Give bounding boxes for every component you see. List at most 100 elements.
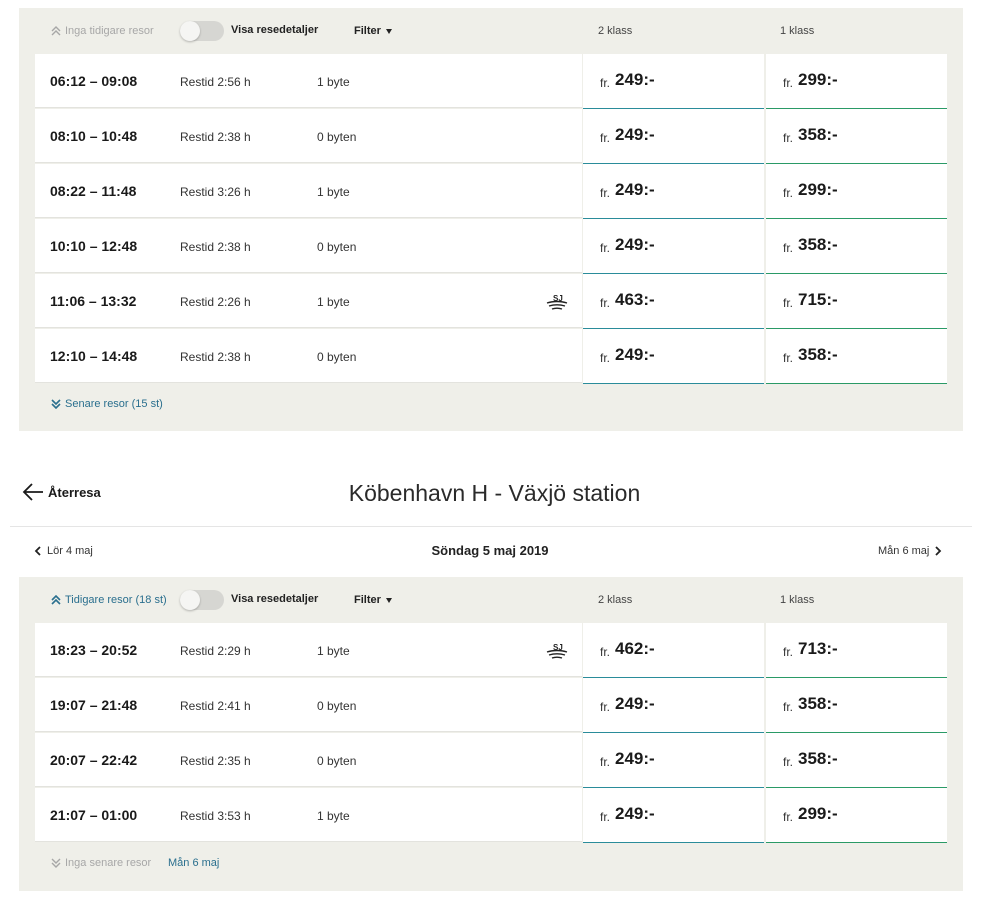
- trip-info[interactable]: 12:10 – 14:48 Restid 2:38 h 0 byten: [35, 329, 582, 383]
- trip-row[interactable]: 08:10 – 10:48 Restid 2:38 h 0 byten fr. 249:…: [35, 109, 947, 164]
- trip-row[interactable]: 20:07 – 22:42 Restid 2:35 h 0 byten fr. 249:…: [35, 733, 947, 788]
- price-amount: 299:-: [798, 70, 838, 89]
- earlier-trips-link[interactable]: Tidigare resor (18 st): [51, 594, 167, 606]
- later-trips-label: Inga senare resor: [65, 857, 152, 869]
- price-class1-button[interactable]: fr. 299:-: [766, 788, 947, 843]
- trip-info[interactable]: 19:07 – 21:48 Restid 2:41 h 0 byten: [35, 678, 582, 732]
- trip-row[interactable]: 06:12 – 09:08 Restid 2:56 h 1 byte fr. 249:-…: [35, 54, 947, 109]
- price-class1-button[interactable]: fr. 358:-: [766, 109, 947, 164]
- trip-info[interactable]: 08:22 – 11:48 Restid 3:26 h 1 byte: [35, 164, 582, 218]
- trip-info[interactable]: 08:10 – 10:48 Restid 2:38 h 0 byten: [35, 109, 582, 163]
- double-chevron-down-icon: [51, 858, 61, 868]
- toggle-knob: [180, 21, 200, 41]
- trip-info[interactable]: 18:23 – 20:52 Restid 2:29 h 1 byte SJ: [35, 623, 582, 677]
- trip-time: 19:07 – 21:48: [50, 697, 138, 713]
- price-class2-button[interactable]: fr. 462:-: [583, 623, 764, 678]
- trip-row[interactable]: 12:10 – 14:48 Restid 2:38 h 0 byten fr. 249:…: [35, 329, 947, 384]
- details-toggle[interactable]: [180, 21, 224, 41]
- trip-info[interactable]: 11:06 – 13:32 Restid 2:26 h 1 byte SJ: [35, 274, 582, 328]
- next-date-link[interactable]: Mån 6 maj: [878, 545, 942, 557]
- price-amount: 299:-: [798, 804, 838, 823]
- price-amount: 299:-: [798, 180, 838, 199]
- price-class2-button[interactable]: fr. 249:-: [583, 329, 764, 384]
- divider: [10, 526, 972, 527]
- next-date-label: Mån 6 maj: [878, 545, 930, 557]
- results-header: Tidigare resor (18 st) Visa resedetaljer…: [19, 577, 963, 623]
- trip-duration: Restid 2:38 h: [180, 240, 251, 254]
- earlier-trips-label: Tidigare resor (18 st): [65, 594, 167, 606]
- earlier-trips-label: Inga tidigare resor: [65, 25, 154, 37]
- price-class1-button[interactable]: fr. 358:-: [766, 678, 947, 733]
- trip-duration: Restid 2:35 h: [180, 754, 251, 768]
- trip-changes: 1 byte: [317, 75, 350, 89]
- price-class2-button[interactable]: fr. 249:-: [583, 219, 764, 274]
- price-class2-button[interactable]: fr. 249:-: [583, 109, 764, 164]
- price-amount: 358:-: [798, 749, 838, 768]
- trip-changes: 0 byten: [317, 350, 357, 364]
- trip-time: 18:23 – 20:52: [50, 642, 138, 658]
- trip-time: 08:22 – 11:48: [50, 183, 137, 199]
- price-amount: 463:-: [615, 290, 655, 309]
- price-prefix: fr.: [600, 810, 611, 824]
- trip-info[interactable]: 10:10 – 12:48 Restid 2:38 h 0 byten: [35, 219, 582, 273]
- price-amount: 715:-: [798, 290, 838, 309]
- trip-info[interactable]: 06:12 – 09:08 Restid 2:56 h 1 byte: [35, 54, 582, 108]
- trip-row[interactable]: 21:07 – 01:00 Restid 3:53 h 1 byte fr. 249:-…: [35, 788, 947, 843]
- trip-changes: 1 byte: [317, 644, 350, 658]
- next-day-link[interactable]: Mån 6 maj: [168, 857, 219, 869]
- price-prefix: fr.: [783, 645, 794, 659]
- details-toggle-label: Visa resedetaljer: [231, 593, 319, 605]
- trip-duration: Restid 2:29 h: [180, 644, 251, 658]
- caret-down-icon: [385, 28, 392, 34]
- price-class2-button[interactable]: fr. 463:-: [583, 274, 764, 329]
- later-trips-link[interactable]: Senare resor (15 st): [51, 398, 163, 410]
- trip-changes: 0 byten: [317, 240, 357, 254]
- price-class1-button[interactable]: fr. 358:-: [766, 219, 947, 274]
- price-class1-button[interactable]: fr. 715:-: [766, 274, 947, 329]
- trip-row[interactable]: 19:07 – 21:48 Restid 2:41 h 0 byten fr. 249:…: [35, 678, 947, 733]
- trip-row[interactable]: 11:06 – 13:32 Restid 2:26 h 1 byte SJ fr. 463…: [35, 274, 947, 329]
- trip-row[interactable]: 08:22 – 11:48 Restid 3:26 h 1 byte fr. 249:-…: [35, 164, 947, 219]
- details-toggle[interactable]: [180, 590, 224, 610]
- later-trips-link: Inga senare resor: [51, 857, 151, 869]
- caret-down-icon: [385, 597, 392, 603]
- price-class2-button[interactable]: fr. 249:-: [583, 164, 764, 219]
- price-class1-button[interactable]: fr. 299:-: [766, 54, 947, 109]
- price-class2-button[interactable]: fr. 249:-: [583, 678, 764, 733]
- price-prefix: fr.: [600, 241, 611, 255]
- filter-dropdown[interactable]: Filter: [354, 25, 392, 37]
- trip-info[interactable]: 21:07 – 01:00 Restid 3:53 h 1 byte: [35, 788, 582, 842]
- filter-label: Filter: [354, 25, 381, 37]
- price-amount: 249:-: [615, 235, 655, 254]
- double-chevron-up-icon: [51, 26, 61, 36]
- trip-changes: 0 byten: [317, 754, 357, 768]
- price-amount: 358:-: [798, 345, 838, 364]
- class1-header: 1 klass: [780, 25, 815, 37]
- price-amount: 358:-: [798, 694, 838, 713]
- trip-info[interactable]: 20:07 – 22:42 Restid 2:35 h 0 byten: [35, 733, 582, 787]
- filter-label: Filter: [354, 594, 381, 606]
- price-prefix: fr.: [600, 700, 611, 714]
- price-class1-button[interactable]: fr. 299:-: [766, 164, 947, 219]
- price-amount: 249:-: [615, 804, 655, 823]
- price-class2-button[interactable]: fr. 249:-: [583, 788, 764, 843]
- price-amount: 713:-: [798, 639, 838, 658]
- price-class1-button[interactable]: fr. 713:-: [766, 623, 947, 678]
- price-class1-button[interactable]: fr. 358:-: [766, 733, 947, 788]
- price-prefix: fr.: [783, 296, 794, 310]
- price-amount: 249:-: [615, 125, 655, 144]
- filter-dropdown[interactable]: Filter: [354, 594, 392, 606]
- trip-row[interactable]: 18:23 – 20:52 Restid 2:29 h 1 byte SJ fr. 462…: [35, 623, 947, 678]
- price-class1-button[interactable]: fr. 358:-: [766, 329, 947, 384]
- double-chevron-up-icon: [51, 595, 61, 605]
- trip-duration: Restid 3:53 h: [180, 809, 251, 823]
- trip-changes: 1 byte: [317, 809, 350, 823]
- trip-duration: Restid 2:38 h: [180, 130, 251, 144]
- return-results-panel: Tidigare resor (18 st) Visa resedetaljer…: [19, 577, 963, 891]
- trip-time: 12:10 – 14:48: [50, 348, 138, 364]
- price-class2-button[interactable]: fr. 249:-: [583, 54, 764, 109]
- price-class2-button[interactable]: fr. 249:-: [583, 733, 764, 788]
- trip-row[interactable]: 10:10 – 12:48 Restid 2:38 h 0 byten fr. 249:…: [35, 219, 947, 274]
- trip-changes: 0 byten: [317, 699, 357, 713]
- return-trip-list: 18:23 – 20:52 Restid 2:29 h 1 byte SJ fr. 462…: [35, 623, 947, 843]
